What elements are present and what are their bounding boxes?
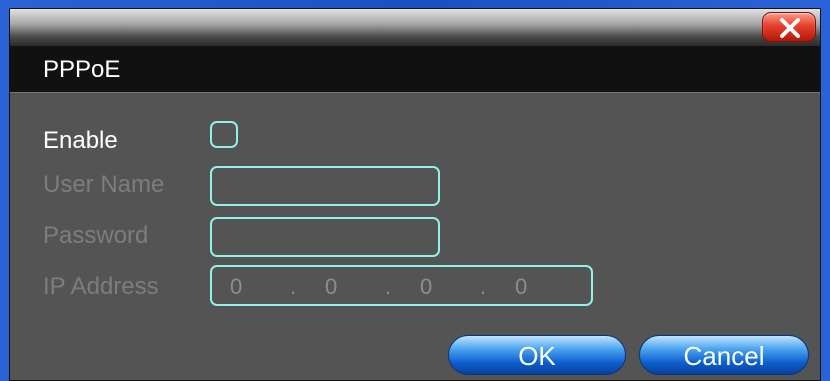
- window-frame: PPPoE Enable User Name Password IP Addre…: [0, 0, 830, 381]
- username-input[interactable]: [210, 166, 440, 206]
- username-label: User Name: [43, 171, 165, 198]
- password-label: Password: [43, 222, 149, 249]
- ip-octet-2[interactable]: 0: [325, 274, 337, 300]
- dialog-top-bar: [10, 9, 820, 46]
- close-button[interactable]: [762, 12, 816, 42]
- ip-octet-4[interactable]: 0: [515, 274, 527, 300]
- ok-button[interactable]: OK: [448, 335, 626, 375]
- dialog-title: PPPoE: [43, 56, 121, 83]
- enable-label: Enable: [43, 127, 118, 154]
- dialog-titlebar: PPPoE: [10, 46, 820, 93]
- ip-address-label: IP Address: [43, 273, 159, 300]
- ip-octet-3[interactable]: 0: [420, 274, 432, 300]
- close-icon: [780, 18, 800, 38]
- ip-address-input[interactable]: 0 . 0 . 0 . 0: [210, 265, 593, 306]
- pppoe-dialog: PPPoE Enable User Name Password IP Addre…: [9, 8, 821, 381]
- cancel-button[interactable]: Cancel: [639, 335, 809, 375]
- ip-separator: .: [480, 274, 487, 299]
- enable-checkbox[interactable]: [210, 121, 238, 148]
- ip-separator: .: [290, 274, 297, 299]
- ip-separator: .: [385, 274, 392, 299]
- password-input[interactable]: [210, 217, 440, 257]
- ip-octet-1[interactable]: 0: [230, 274, 242, 300]
